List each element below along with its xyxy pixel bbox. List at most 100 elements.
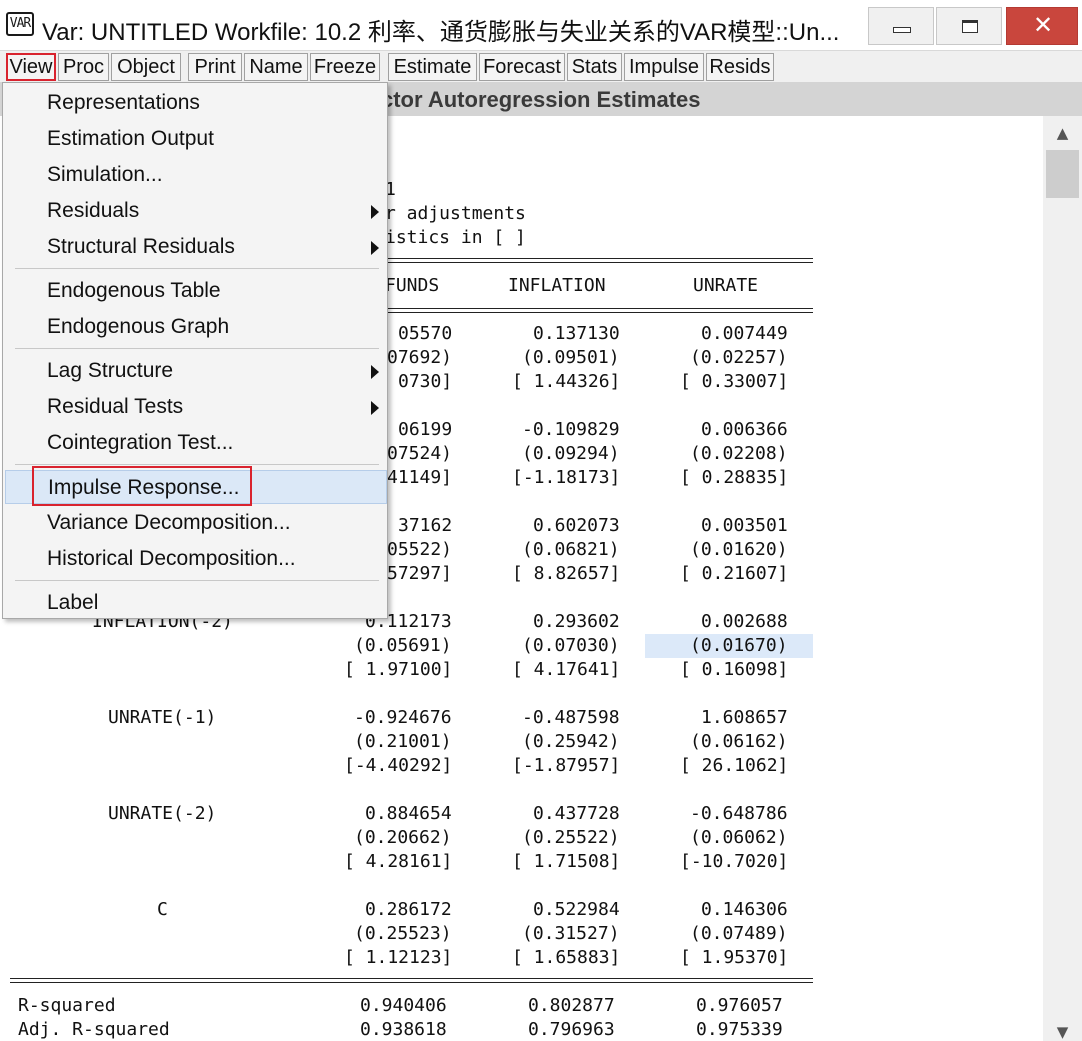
table-cell-t: [ 1.97100] xyxy=(344,659,453,680)
menu-item-structural-residuals[interactable]: Structural Residuals xyxy=(3,230,387,264)
resids-button[interactable]: Resids xyxy=(706,53,774,81)
table-cell-coef: 0.286172 xyxy=(365,899,452,920)
table-cell-t: 57297] xyxy=(387,563,453,584)
table-cell-se: (0.01670) xyxy=(690,635,788,656)
menu-item-label[interactable]: Label xyxy=(3,586,387,620)
menu-separator xyxy=(15,268,379,269)
table-cell-se: (0.06162) xyxy=(690,731,788,752)
stats-button[interactable]: Stats xyxy=(567,53,622,81)
table-cell-se: (0.25522) xyxy=(522,827,620,848)
stat-value: 0.940406 xyxy=(360,995,447,1016)
menu-item-representations[interactable]: Representations xyxy=(3,86,387,120)
view-button[interactable]: View xyxy=(6,53,56,81)
menu-item-endogenous-table[interactable]: Endogenous Table xyxy=(3,274,387,308)
close-icon: ✕ xyxy=(1032,11,1054,39)
table-cell-t: 41149] xyxy=(387,467,453,488)
table-cell-t: [-4.40292] xyxy=(344,755,453,776)
row-label: C xyxy=(157,899,168,920)
table-cell-se: 07524) xyxy=(387,443,453,464)
header-line: r adjustments xyxy=(385,203,526,224)
table-cell-t: [ 4.28161] xyxy=(344,851,453,872)
table-cell-se: (0.02208) xyxy=(690,443,788,464)
scroll-thumb[interactable] xyxy=(1046,150,1079,198)
menu-item-lag-structure[interactable]: Lag Structure xyxy=(3,354,387,388)
table-cell-se: (0.25942) xyxy=(522,731,620,752)
table-rule xyxy=(10,978,813,979)
table-cell-t: [ 0.21607] xyxy=(680,563,789,584)
table-cell-t: [ 1.95370] xyxy=(680,947,789,968)
table-cell-coef: 1.608657 xyxy=(701,707,788,728)
table-cell-t: [ 1.71508] xyxy=(512,851,621,872)
table-cell-coef: 0.437728 xyxy=(533,803,620,824)
table-cell-coef: -0.487598 xyxy=(522,707,620,728)
table-cell-t: [ 1.12123] xyxy=(344,947,453,968)
table-cell-t: [ 26.1062] xyxy=(680,755,789,776)
title-bar: VAR Var: UNTITLED Workfile: 10.2 利率、通货膨胀… xyxy=(0,0,1082,51)
table-cell-se: (0.07489) xyxy=(690,923,788,944)
table-rule xyxy=(385,262,813,263)
freeze-button[interactable]: Freeze xyxy=(310,53,380,81)
table-cell-t: [-1.18173] xyxy=(512,467,621,488)
menu-item-variance-decomposition[interactable]: Variance Decomposition... xyxy=(3,506,387,540)
scroll-up-arrow-icon[interactable]: ▲ xyxy=(1043,116,1082,150)
table-cell-coef: 0.146306 xyxy=(701,899,788,920)
submenu-arrow-icon xyxy=(371,205,379,219)
table-cell-t: [ 1.65883] xyxy=(512,947,621,968)
menu-item-residuals[interactable]: Residuals xyxy=(3,194,387,228)
print-button[interactable]: Print xyxy=(188,53,242,81)
row-label: UNRATE(-2) xyxy=(108,803,217,824)
name-button[interactable]: Name xyxy=(244,53,308,81)
table-cell-se: (0.25523) xyxy=(354,923,452,944)
menu-item-cointegration-test[interactable]: Cointegration Test... xyxy=(3,426,387,460)
table-cell-coef: 0.002688 xyxy=(701,611,788,632)
table-cell-coef: -0.924676 xyxy=(354,707,452,728)
menu-separator xyxy=(15,464,379,465)
column-header-inflation: INFLATION xyxy=(508,275,606,296)
table-cell-coef: 0.007449 xyxy=(701,323,788,344)
forecast-button[interactable]: Forecast xyxy=(479,53,565,81)
menu-item-estimation-output[interactable]: Estimation Output xyxy=(3,122,387,156)
menu-item-simulation[interactable]: Simulation... xyxy=(3,158,387,192)
menu-separator xyxy=(15,348,379,349)
estimate-button[interactable]: Estimate xyxy=(388,53,477,81)
window-title: Var: UNTITLED Workfile: 10.2 利率、通货膨胀与失业关… xyxy=(42,19,840,46)
stat-value: 0.975339 xyxy=(696,1019,783,1040)
table-rule xyxy=(10,982,813,983)
vertical-scrollbar[interactable]: ▲ ▼ xyxy=(1043,116,1082,1041)
maximize-button[interactable] xyxy=(936,7,1002,45)
table-cell-se: (0.21001) xyxy=(354,731,452,752)
object-button[interactable]: Object xyxy=(111,53,181,81)
table-cell-t: [-10.7020] xyxy=(680,851,789,872)
table-cell-t: [ 0.28835] xyxy=(680,467,789,488)
header-line: istics in [ ] xyxy=(385,227,526,248)
table-cell-t: [ 8.82657] xyxy=(512,563,621,584)
table-cell-coef: 0.137130 xyxy=(533,323,620,344)
close-button[interactable]: ✕ xyxy=(1006,7,1078,45)
table-rule xyxy=(385,258,813,259)
menu-item-residual-tests[interactable]: Residual Tests xyxy=(3,390,387,424)
annotation-highlight-box xyxy=(32,466,252,506)
table-cell-coef: 0.522984 xyxy=(533,899,620,920)
view-dropdown-menu: Representations Estimation Output Simula… xyxy=(2,82,388,619)
maximize-icon xyxy=(962,20,978,33)
table-cell-coef: 0.602073 xyxy=(533,515,620,536)
table-cell-t: [-1.87957] xyxy=(512,755,621,776)
minimize-icon xyxy=(893,27,911,33)
column-header-funds: FUNDS xyxy=(385,275,440,296)
menu-item-historical-decomposition[interactable]: Historical Decomposition... xyxy=(3,542,387,576)
menu-item-endogenous-graph[interactable]: Endogenous Graph xyxy=(3,310,387,344)
table-cell-t: [ 1.44326] xyxy=(512,371,621,392)
table-cell-coef: 0.006366 xyxy=(701,419,788,440)
stat-value: 0.976057 xyxy=(696,995,783,1016)
impulse-button[interactable]: Impulse xyxy=(624,53,704,81)
scroll-down-arrow-icon[interactable]: ▼ xyxy=(1043,1024,1082,1041)
table-cell-coef: 05570 xyxy=(398,323,453,344)
proc-button[interactable]: Proc xyxy=(58,53,109,81)
submenu-arrow-icon xyxy=(371,365,379,379)
table-cell-se: (0.02257) xyxy=(690,347,788,368)
table-cell-coef: 0.293602 xyxy=(533,611,620,632)
table-cell-coef: -0.109829 xyxy=(522,419,620,440)
table-cell-coef: 06199 xyxy=(398,419,453,440)
minimize-button[interactable] xyxy=(868,7,934,45)
table-cell-coef: 0.884654 xyxy=(365,803,452,824)
